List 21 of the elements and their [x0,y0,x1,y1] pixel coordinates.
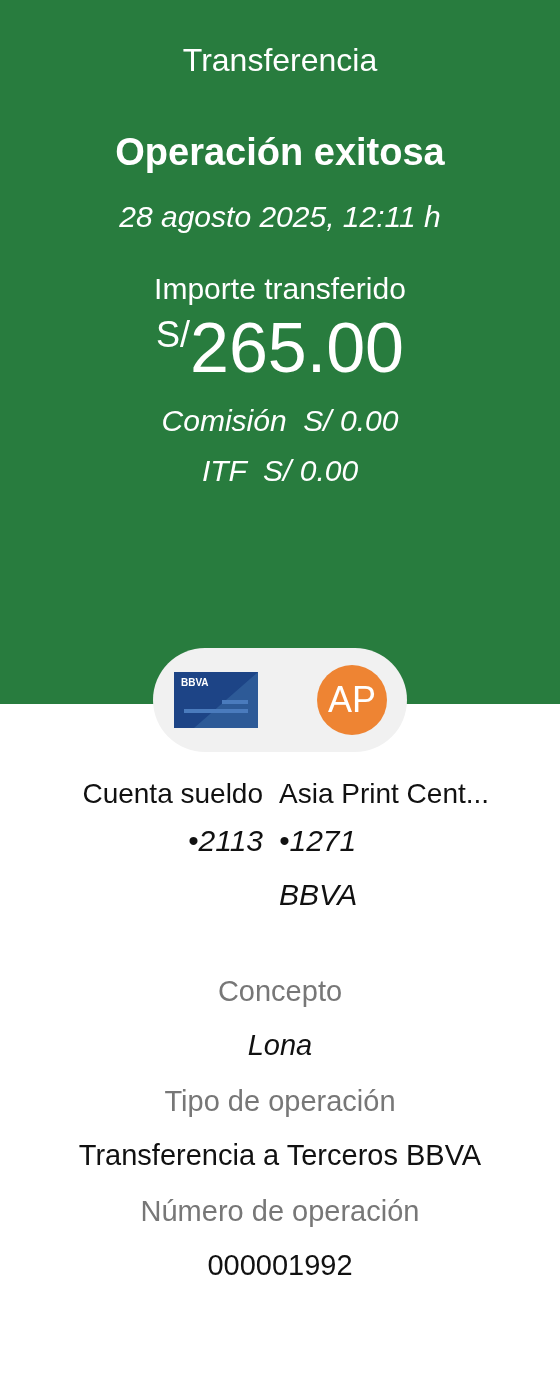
card-logo-text: BBVA [181,677,209,688]
fee-text: ITF S/ 0.00 [201,454,359,488]
detail-label: Número de operación [140,1194,420,1229]
detail-label: Concepto [217,974,343,1009]
destination-account: •1271 [279,823,357,859]
avatar: AP [317,665,387,735]
origin-name: Cuenta sueldo [82,777,263,811]
origin-account: •2113 [188,823,263,859]
screen-title: Transferencia [182,42,378,79]
detail-value: Transferencia a Terceros BBVA [78,1138,482,1173]
fee-text: Comisión S/ 0.00 [161,404,399,438]
amount-label: Importe transferido [154,272,406,306]
date-time: 28 agosto 2025, 12:11 h [119,200,441,234]
amount-value: 265.00 [189,308,405,388]
status-text: Operación exitosa [115,131,445,174]
destination-bank: BBVA [279,877,358,913]
destination-name: Asia Print Cent... [279,777,490,811]
currency-symbol: S/ [155,314,190,355]
detail-value: 000001992 [207,1248,353,1283]
detail-label: Tipo de operación [164,1084,396,1119]
detail-value: Lona [247,1028,313,1063]
